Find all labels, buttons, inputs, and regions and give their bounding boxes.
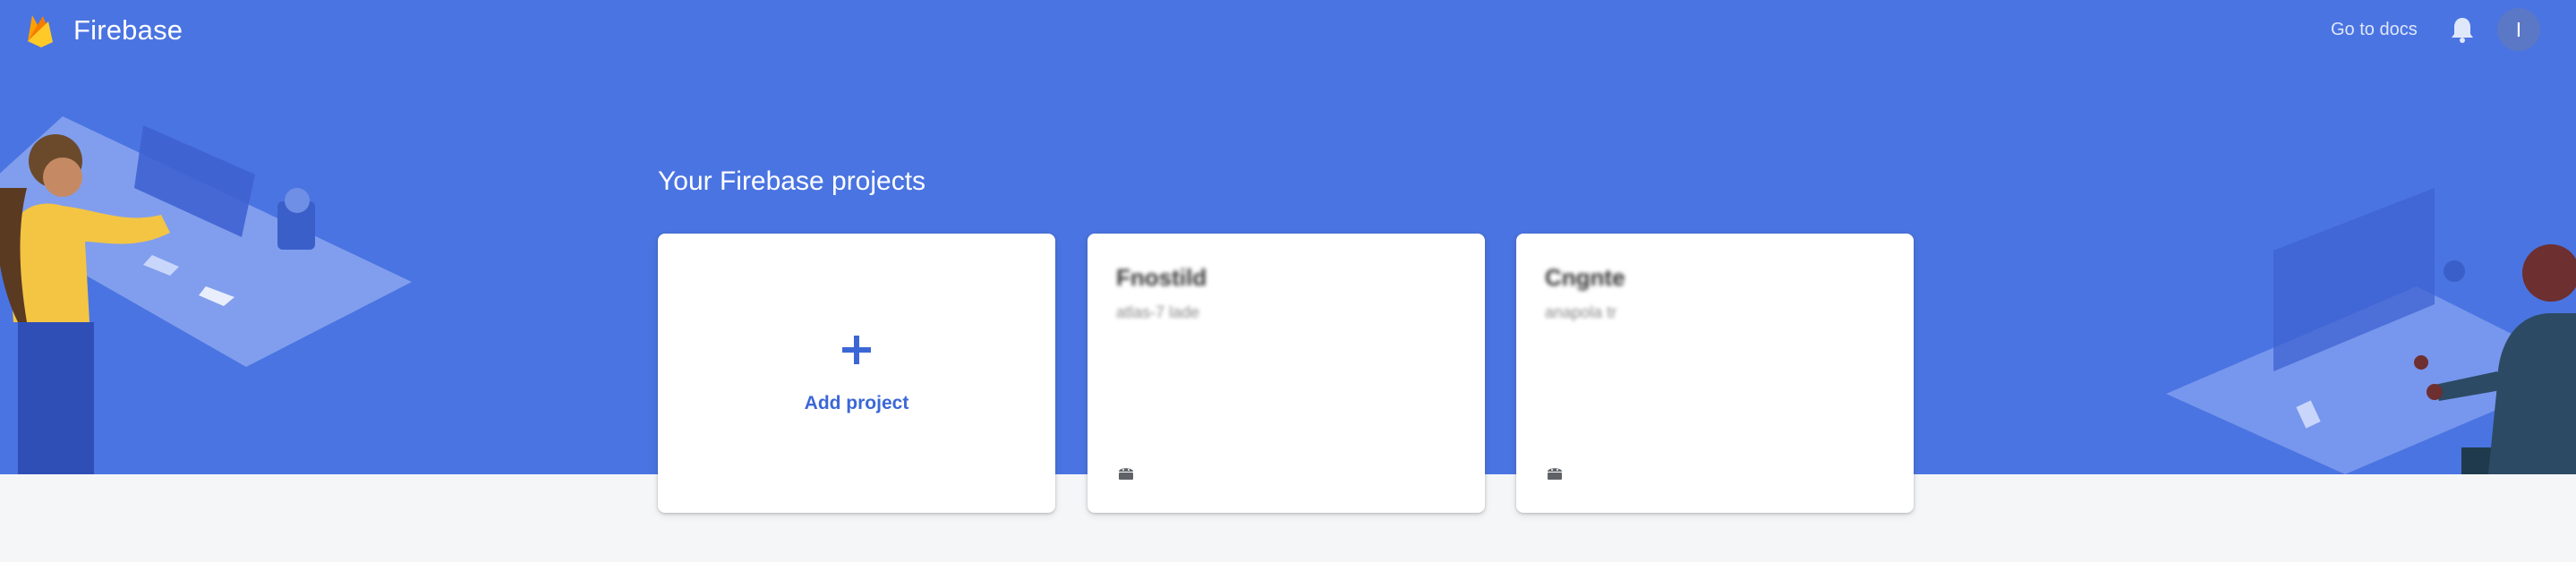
project-name: Fnostild: [1116, 264, 1207, 291]
project-id: atlas-7 lade: [1116, 303, 1200, 321]
top-bar: Firebase Go to docs I: [0, 0, 2576, 59]
add-project-card[interactable]: Add project: [658, 234, 1055, 513]
add-project-label: Add project: [804, 393, 909, 413]
plus-icon: [842, 336, 871, 364]
android-icon: [1548, 468, 1562, 480]
project-name: Cngnte: [1545, 264, 1625, 291]
project-card[interactable]: Cngnte anapola tr: [1516, 234, 1914, 513]
bell-icon[interactable]: [2448, 14, 2477, 45]
app-title: Firebase: [73, 14, 183, 46]
firebase-logo-icon: [28, 15, 53, 47]
project-card[interactable]: Fnostild atlas-7 lade: [1088, 234, 1485, 513]
brand[interactable]: Firebase: [25, 11, 183, 50]
project-id: anapola tr: [1545, 303, 1617, 321]
android-icon: [1119, 468, 1133, 480]
developer-illustration-left: [0, 116, 412, 474]
developer-illustration-right: [2166, 188, 2576, 474]
avatar[interactable]: I: [2497, 8, 2540, 51]
go-to-docs-link[interactable]: Go to docs: [2331, 16, 2418, 43]
section-title: Your Firebase projects: [658, 166, 926, 196]
